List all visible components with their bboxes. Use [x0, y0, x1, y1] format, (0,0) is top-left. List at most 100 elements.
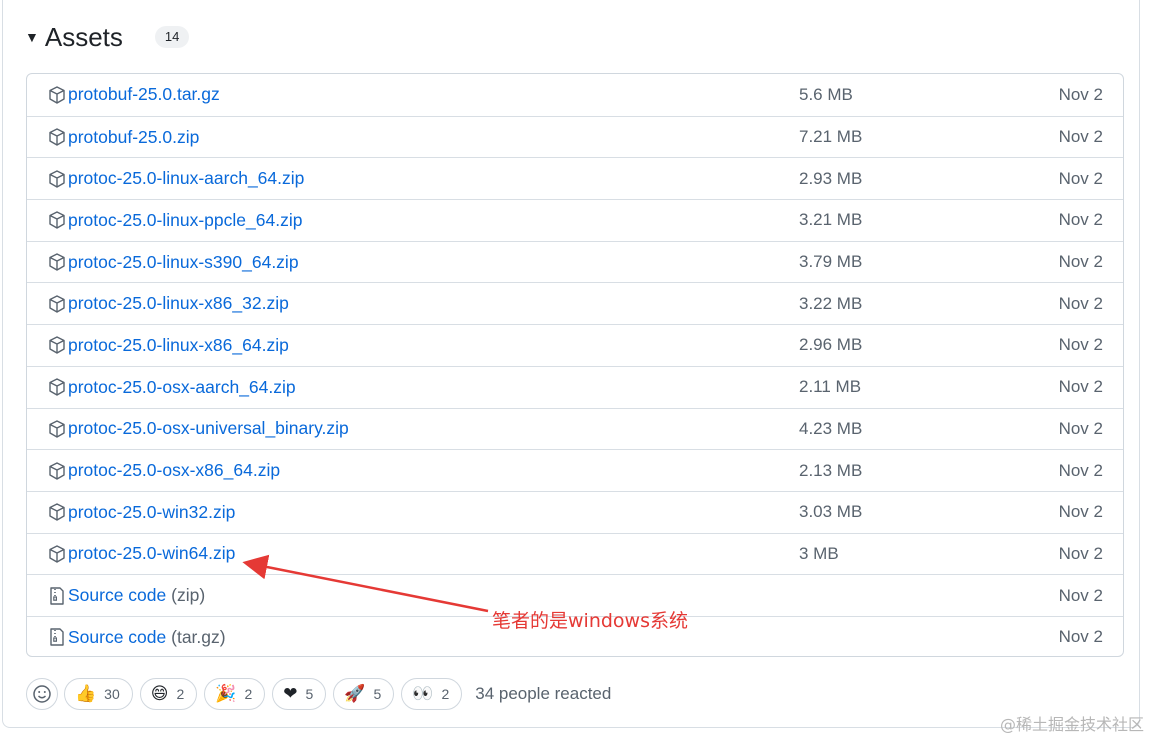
asset-link[interactable]: protoc-25.0-linux-s390_64.zip [68, 252, 299, 273]
asset-row: protobuf-25.0.tar.gz 5.6 MB Nov 2 [27, 74, 1123, 116]
reactions-bar: 👍 30 😄 2 🎉 2 ❤ 5 🚀 5 👀 2 34 people reacted [26, 678, 611, 710]
asset-row: protobuf-25.0.zip 7.21 MB Nov 2 [27, 115, 1123, 158]
assets-list: protobuf-25.0.tar.gz 5.6 MB Nov 2 protobuf-… [26, 73, 1124, 657]
package-icon [47, 85, 67, 105]
asset-row: protoc-25.0-osx-x86_64.zip 2.13 MB Nov 2 [27, 449, 1123, 491]
asset-link[interactable]: Source code (zip) [68, 585, 205, 606]
smiley-icon [33, 685, 51, 703]
reaction-button[interactable]: 😄 2 [139, 678, 198, 710]
asset-date: Nov 2 [1058, 377, 1103, 397]
annotation-text: 笔者的是windows系统 [492, 610, 688, 632]
asset-date: Nov 2 [1058, 335, 1103, 355]
asset-date: Nov 2 [1058, 460, 1103, 480]
reaction-count: 5 [373, 686, 382, 702]
reaction-button[interactable]: 👍 30 [64, 678, 133, 710]
package-icon [47, 377, 67, 397]
asset-name: protoc-25.0-win64.zip [68, 543, 236, 564]
package-icon [47, 169, 67, 189]
asset-size: 3.03 MB [799, 502, 863, 522]
eyes-icon: 👀 [412, 684, 434, 704]
assets-title: Assets [44, 21, 123, 52]
package-icon [47, 461, 67, 481]
assets-count-badge: 14 [154, 26, 190, 48]
hooray-icon: 🎉 [215, 684, 237, 704]
asset-link[interactable]: Source code (tar.gz) [68, 627, 226, 648]
asset-name: protoc-25.0-osx-universal_binary.zip [68, 418, 349, 439]
asset-link[interactable]: protobuf-25.0.zip [68, 127, 199, 148]
package-icon [47, 419, 67, 439]
asset-date: Nov 2 [1058, 418, 1103, 438]
reaction-count: 2 [244, 686, 253, 702]
asset-link[interactable]: protobuf-25.0.tar.gz [68, 84, 220, 105]
asset-size: 2.96 MB [799, 335, 863, 355]
asset-link[interactable]: protoc-25.0-osx-x86_64.zip [68, 460, 280, 481]
asset-link[interactable]: protoc-25.0-linux-ppcle_64.zip [68, 210, 302, 231]
file-zip-icon [47, 627, 67, 647]
laugh-icon: 😄 [150, 684, 169, 704]
asset-link[interactable]: protoc-25.0-linux-x86_32.zip [68, 293, 289, 314]
asset-name: protoc-25.0-linux-aarch_64.zip [68, 168, 305, 189]
asset-size: 3 MB [799, 543, 839, 563]
asset-name: protoc-25.0-linux-ppcle_64.zip [68, 209, 303, 230]
reaction-count: 30 [104, 686, 120, 702]
caret-down-icon: ▼ [25, 29, 39, 45]
asset-link[interactable]: protoc-25.0-linux-aarch_64.zip [68, 168, 304, 189]
package-icon [47, 294, 67, 314]
asset-format: (tar.gz) [166, 626, 226, 647]
asset-size: 2.13 MB [799, 460, 863, 480]
asset-row: protoc-25.0-linux-s390_64.zip 3.79 MB Nov … [27, 240, 1123, 283]
asset-row: protoc-25.0-win64.zip 3 MB Nov 2 [27, 532, 1123, 575]
asset-size: 3.22 MB [799, 293, 863, 313]
asset-date: Nov 2 [1058, 502, 1103, 522]
asset-row: protoc-25.0-win32.zip 3.03 MB Nov 2 [27, 490, 1123, 533]
thumbs-up-icon: 👍 [75, 684, 97, 704]
reaction-count: 2 [441, 686, 450, 702]
asset-size: 4.23 MB [799, 418, 863, 438]
asset-link[interactable]: protoc-25.0-osx-universal_binary.zip [68, 418, 349, 439]
asset-row: protoc-25.0-linux-x86_32.zip 3.22 MB Nov 2 [27, 282, 1123, 324]
assets-toggle[interactable]: ▼ Assets 14 [25, 18, 190, 56]
asset-date: Nov 2 [1058, 210, 1103, 230]
asset-date: Nov 2 [1058, 627, 1103, 647]
asset-size: 2.93 MB [799, 168, 863, 188]
asset-name: protoc-25.0-osx-aarch_64.zip [68, 376, 296, 397]
reaction-button[interactable]: ❤ 5 [272, 678, 327, 710]
package-icon [47, 127, 67, 147]
reaction-button[interactable]: 👀 2 [401, 678, 463, 710]
asset-row: protoc-25.0-osx-aarch_64.zip 2.11 MB Nov 2 [27, 365, 1123, 408]
asset-name: protoc-25.0-linux-s390_64.zip [68, 251, 299, 272]
asset-date: Nov 2 [1058, 585, 1103, 605]
asset-name: protobuf-25.0.tar.gz [68, 84, 220, 105]
asset-name: protobuf-25.0.zip [68, 126, 200, 147]
package-icon [47, 252, 67, 272]
asset-name: protoc-25.0-linux-x86_32.zip [68, 293, 289, 314]
asset-date: Nov 2 [1058, 84, 1103, 104]
asset-name: protoc-25.0-osx-x86_64.zip [68, 460, 281, 481]
asset-size: 2.11 MB [799, 377, 862, 397]
asset-size: 5.6 MB [799, 84, 853, 104]
watermark: @稀土掘金技术社区 [999, 715, 1144, 734]
asset-date: Nov 2 [1058, 252, 1103, 272]
asset-link[interactable]: protoc-25.0-win32.zip [68, 502, 235, 523]
package-icon [47, 502, 67, 522]
asset-link[interactable]: protoc-25.0-linux-x86_64.zip [68, 335, 289, 356]
file-zip-icon [47, 586, 67, 606]
asset-date: Nov 2 [1058, 127, 1103, 147]
asset-format: (zip) [166, 585, 206, 606]
add-reaction-button[interactable] [26, 678, 58, 710]
reaction-count: 2 [176, 686, 185, 702]
rocket-icon: 🚀 [344, 684, 366, 704]
reaction-button[interactable]: 🚀 5 [333, 678, 395, 710]
asset-row: protoc-25.0-osx-universal_binary.zip 4.23… [27, 407, 1123, 450]
asset-link[interactable]: protoc-25.0-osx-aarch_64.zip [68, 377, 296, 398]
asset-name: Source code [68, 585, 167, 606]
package-icon [47, 210, 67, 230]
asset-date: Nov 2 [1058, 293, 1103, 313]
reaction-button[interactable]: 🎉 2 [204, 678, 266, 710]
reaction-count: 5 [305, 686, 314, 702]
asset-date: Nov 2 [1058, 543, 1103, 563]
package-icon [47, 544, 67, 564]
asset-size: 3.21 MB [799, 210, 863, 230]
asset-link[interactable]: protoc-25.0-win64.zip [68, 543, 235, 564]
asset-size: 7.21 MB [799, 127, 863, 147]
